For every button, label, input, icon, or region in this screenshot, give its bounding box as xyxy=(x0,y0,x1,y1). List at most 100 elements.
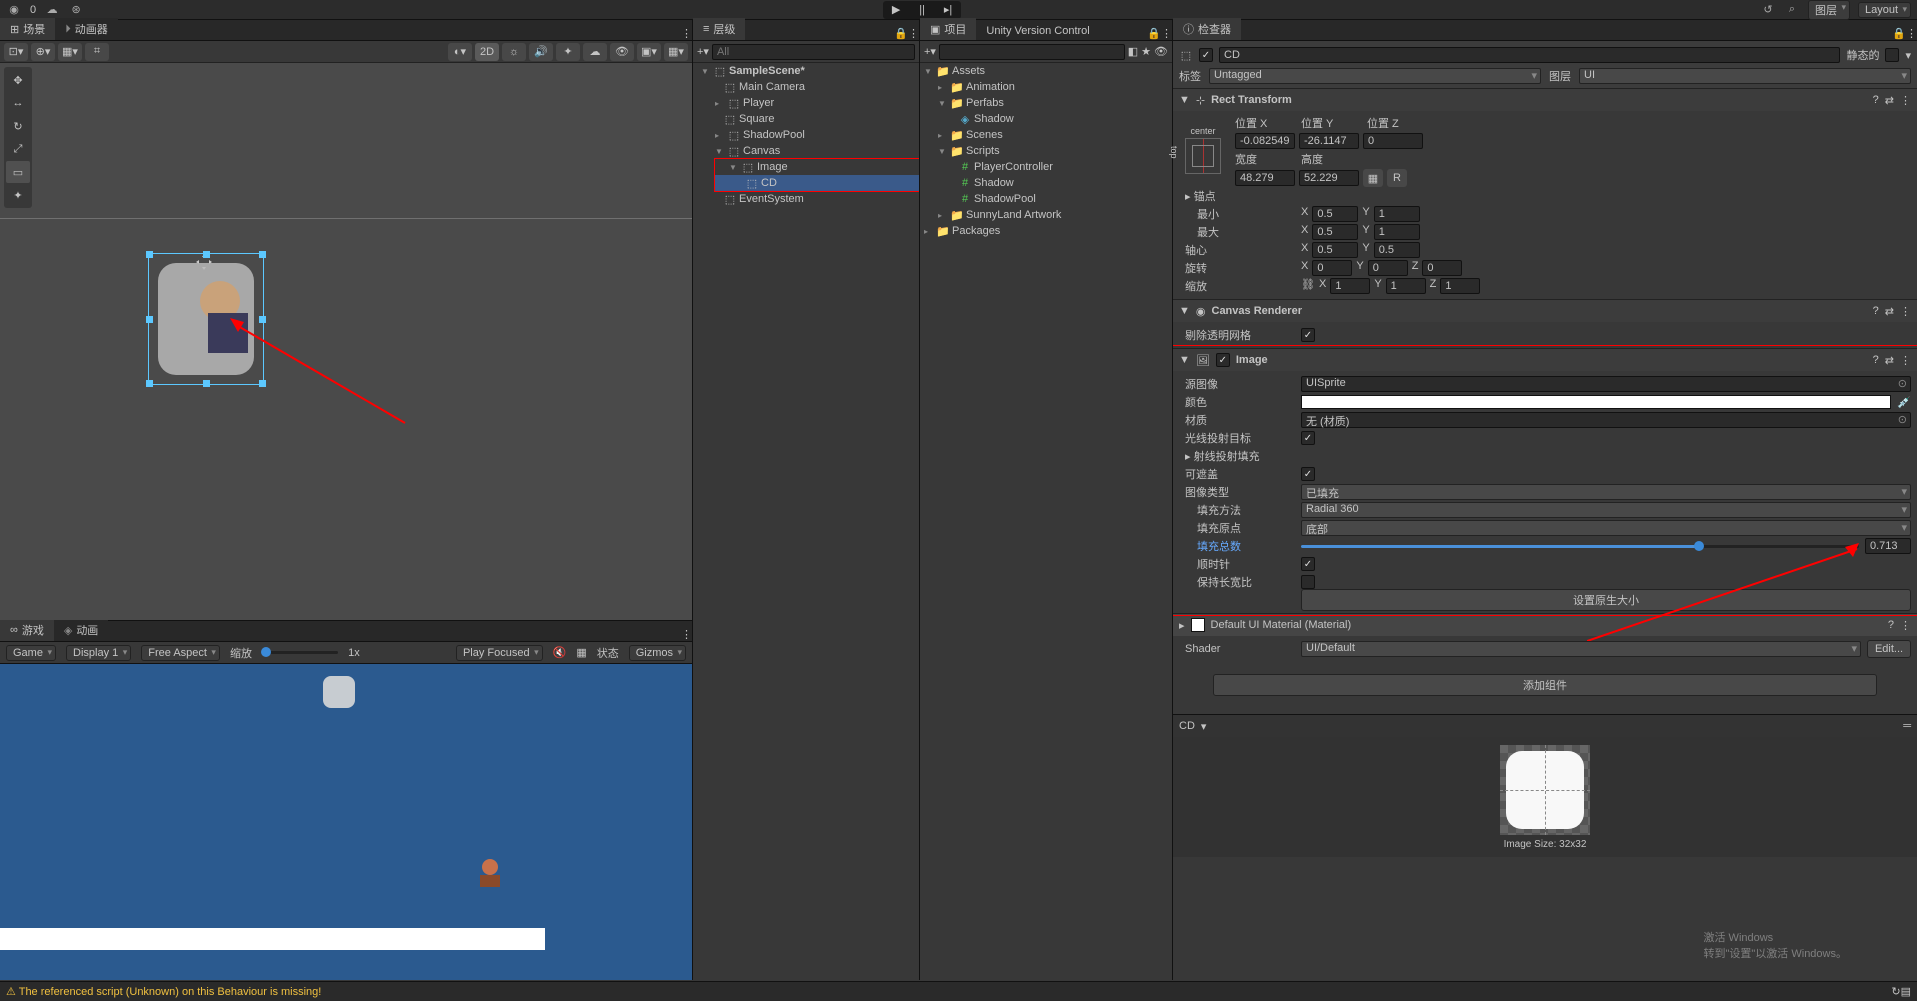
native-size-button[interactable]: 设置原生大小 xyxy=(1301,589,1911,611)
proj-menu-icon[interactable]: ⋮ xyxy=(1161,27,1172,40)
search-icon[interactable]: ⌕ xyxy=(1784,2,1800,18)
game-target[interactable]: Game xyxy=(6,645,56,661)
posz-input[interactable] xyxy=(1363,133,1423,149)
account-icon[interactable]: ◉ xyxy=(6,2,22,18)
anchor-miny[interactable] xyxy=(1374,206,1420,222)
active-checkbox[interactable] xyxy=(1199,48,1213,62)
raycast-checkbox[interactable] xyxy=(1301,431,1315,445)
create-icon[interactable]: +▾ xyxy=(697,45,709,58)
insp-menu-icon[interactable]: ⋮ xyxy=(1906,27,1917,40)
tree-folder[interactable]: ▸📁SunnyLand Artwork xyxy=(920,207,1172,223)
tool-rect[interactable]: ▭ xyxy=(6,161,30,183)
cull-checkbox[interactable] xyxy=(1301,328,1315,342)
tab-animation[interactable]: ◈ 动画 xyxy=(54,619,108,641)
fillmethod-dropdown[interactable]: Radial 360 xyxy=(1301,502,1911,518)
maskable-checkbox[interactable] xyxy=(1301,467,1315,481)
tab-game[interactable]: ∞ 游戏 xyxy=(0,619,54,641)
tree-item[interactable]: ▸⬚ShadowPool xyxy=(693,127,919,143)
eyedropper-icon[interactable]: 💉 xyxy=(1897,396,1911,409)
comp-menu-icon[interactable]: ⋮ xyxy=(1900,94,1911,107)
width-input[interactable] xyxy=(1235,170,1295,186)
posy-input[interactable] xyxy=(1299,133,1359,149)
clockwise-checkbox[interactable] xyxy=(1301,557,1315,571)
console-warning[interactable]: The referenced script (Unknown) on this … xyxy=(6,985,321,998)
tool-scale[interactable]: ⤢ xyxy=(6,138,30,160)
tab-hierarchy[interactable]: ≡ 层级 xyxy=(693,18,745,40)
tool-camera[interactable]: ▣▾ xyxy=(637,43,661,61)
tool-skybox[interactable]: ☁ xyxy=(583,43,607,61)
cloud-icon[interactable]: ☁ xyxy=(44,2,60,18)
tool-light[interactable]: ☼ xyxy=(502,43,526,61)
tree-folder[interactable]: ▼📁Perfabs xyxy=(920,95,1172,111)
proj-lock-icon[interactable]: 🔒 xyxy=(1147,27,1161,40)
aspect-dropdown[interactable]: Free Aspect xyxy=(141,645,220,661)
project-create-icon[interactable]: +▾ xyxy=(924,45,936,58)
tree-item-cd[interactable]: ⬚CD xyxy=(715,175,919,191)
play-button[interactable]: ▶ xyxy=(884,2,908,18)
mute-icon[interactable]: 🔇 xyxy=(553,646,567,659)
scale-y[interactable] xyxy=(1386,278,1426,294)
tab-inspector[interactable]: ⓘ 检查器 xyxy=(1173,18,1241,40)
layers-dropdown[interactable]: 图层 xyxy=(1808,0,1850,20)
project-search[interactable] xyxy=(939,44,1125,60)
imagetype-dropdown[interactable]: 已填充 xyxy=(1301,484,1911,500)
tool-pivot[interactable]: ⊡▾ xyxy=(4,43,28,61)
object-name-input[interactable] xyxy=(1219,47,1840,63)
posx-input[interactable] xyxy=(1235,133,1295,149)
console-icon[interactable]: ▤ xyxy=(1901,985,1911,998)
scale-x[interactable] xyxy=(1330,278,1370,294)
help-icon[interactable]: ? xyxy=(1873,94,1879,106)
project-tree[interactable]: ▼📁Assets ▸📁Animation ▼📁Perfabs ◈Shadow ▸… xyxy=(920,63,1172,980)
hier-lock-icon[interactable]: 🔒 xyxy=(894,27,908,40)
tag-dropdown[interactable]: Untagged xyxy=(1209,68,1541,84)
tab-uvc[interactable]: Unity Version Control xyxy=(976,22,1099,40)
tree-item[interactable]: ⬚EventSystem xyxy=(693,191,919,207)
hidden-icon[interactable]: 👁 xyxy=(1154,45,1168,58)
tree-script[interactable]: #Shadow xyxy=(920,175,1172,191)
tool-audio[interactable]: 🔊 xyxy=(529,43,553,61)
tree-item[interactable]: ⬚Square xyxy=(693,111,919,127)
tab-project[interactable]: ▣ 项目 xyxy=(920,18,976,40)
tool-gizmos[interactable]: ▦▾ xyxy=(664,43,688,61)
filter-icon[interactable]: ◧ xyxy=(1128,45,1138,58)
anchor-maxy[interactable] xyxy=(1374,224,1420,240)
material-header[interactable]: ▸ Default UI Material (Material) ?⋮ xyxy=(1173,614,1917,636)
fillamount-slider[interactable] xyxy=(1301,538,1859,554)
tree-item[interactable]: ▸⬚Player xyxy=(693,95,919,111)
rect-transform-header[interactable]: ▼⊹ Rect Transform ? ⇄ ⋮ xyxy=(1173,89,1917,111)
link-icon[interactable]: ⛓ xyxy=(1301,278,1315,294)
tree-folder[interactable]: ▼📁Scripts xyxy=(920,143,1172,159)
display-dropdown[interactable]: Display 1 xyxy=(66,645,131,661)
preserve-checkbox[interactable] xyxy=(1301,575,1315,589)
status-label[interactable]: 状态 xyxy=(597,645,619,661)
layout-dropdown[interactable]: Layout xyxy=(1858,2,1911,18)
canvas-renderer-header[interactable]: ▼◉ Canvas Renderer ?⇄⋮ xyxy=(1173,300,1917,322)
tree-folder[interactable]: ▼📁Assets xyxy=(920,63,1172,79)
hierarchy-tree[interactable]: ▼⬚SampleScene* ⬚Main Camera ▸⬚Player ⬚Sq… xyxy=(693,63,919,980)
anchor-minx[interactable] xyxy=(1312,206,1358,222)
scene-viewport[interactable]: ✥ ↔ ↻ ⤢ ▭ ✦ xyxy=(0,63,692,620)
blueprint-icon[interactable]: ▦ xyxy=(1363,169,1383,187)
pivot-y[interactable] xyxy=(1374,242,1420,258)
material-field[interactable]: 无 (材质) xyxy=(1301,412,1911,428)
fillorigin-dropdown[interactable]: 底部 xyxy=(1301,520,1911,536)
height-input[interactable] xyxy=(1299,170,1359,186)
gizmos-dropdown[interactable]: Gizmos xyxy=(629,645,686,661)
tree-prefab[interactable]: ◈Shadow xyxy=(920,111,1172,127)
edit-shader-button[interactable]: Edit... xyxy=(1867,640,1911,658)
tree-item[interactable]: ▼⬚Canvas xyxy=(693,143,919,159)
tree-folder[interactable]: ▸📁Packages xyxy=(920,223,1172,239)
scene-root[interactable]: ▼⬚SampleScene* xyxy=(693,63,919,79)
raw-icon[interactable]: R xyxy=(1387,169,1407,187)
preview-header[interactable]: CD▾ ═ xyxy=(1173,715,1917,737)
tool-hidden[interactable]: 👁 xyxy=(610,43,634,61)
tool-view[interactable]: ✥ xyxy=(6,69,30,91)
pivot-x[interactable] xyxy=(1312,242,1358,258)
tool-transform[interactable]: ✦ xyxy=(6,184,30,206)
focus-dropdown[interactable]: Play Focused xyxy=(456,645,543,661)
undo-history-icon[interactable]: ↺ xyxy=(1760,2,1776,18)
tree-script[interactable]: #PlayerController xyxy=(920,159,1172,175)
services-icon[interactable]: ⊛ xyxy=(68,2,84,18)
image-enabled[interactable] xyxy=(1216,353,1230,367)
rot-y[interactable] xyxy=(1368,260,1408,276)
